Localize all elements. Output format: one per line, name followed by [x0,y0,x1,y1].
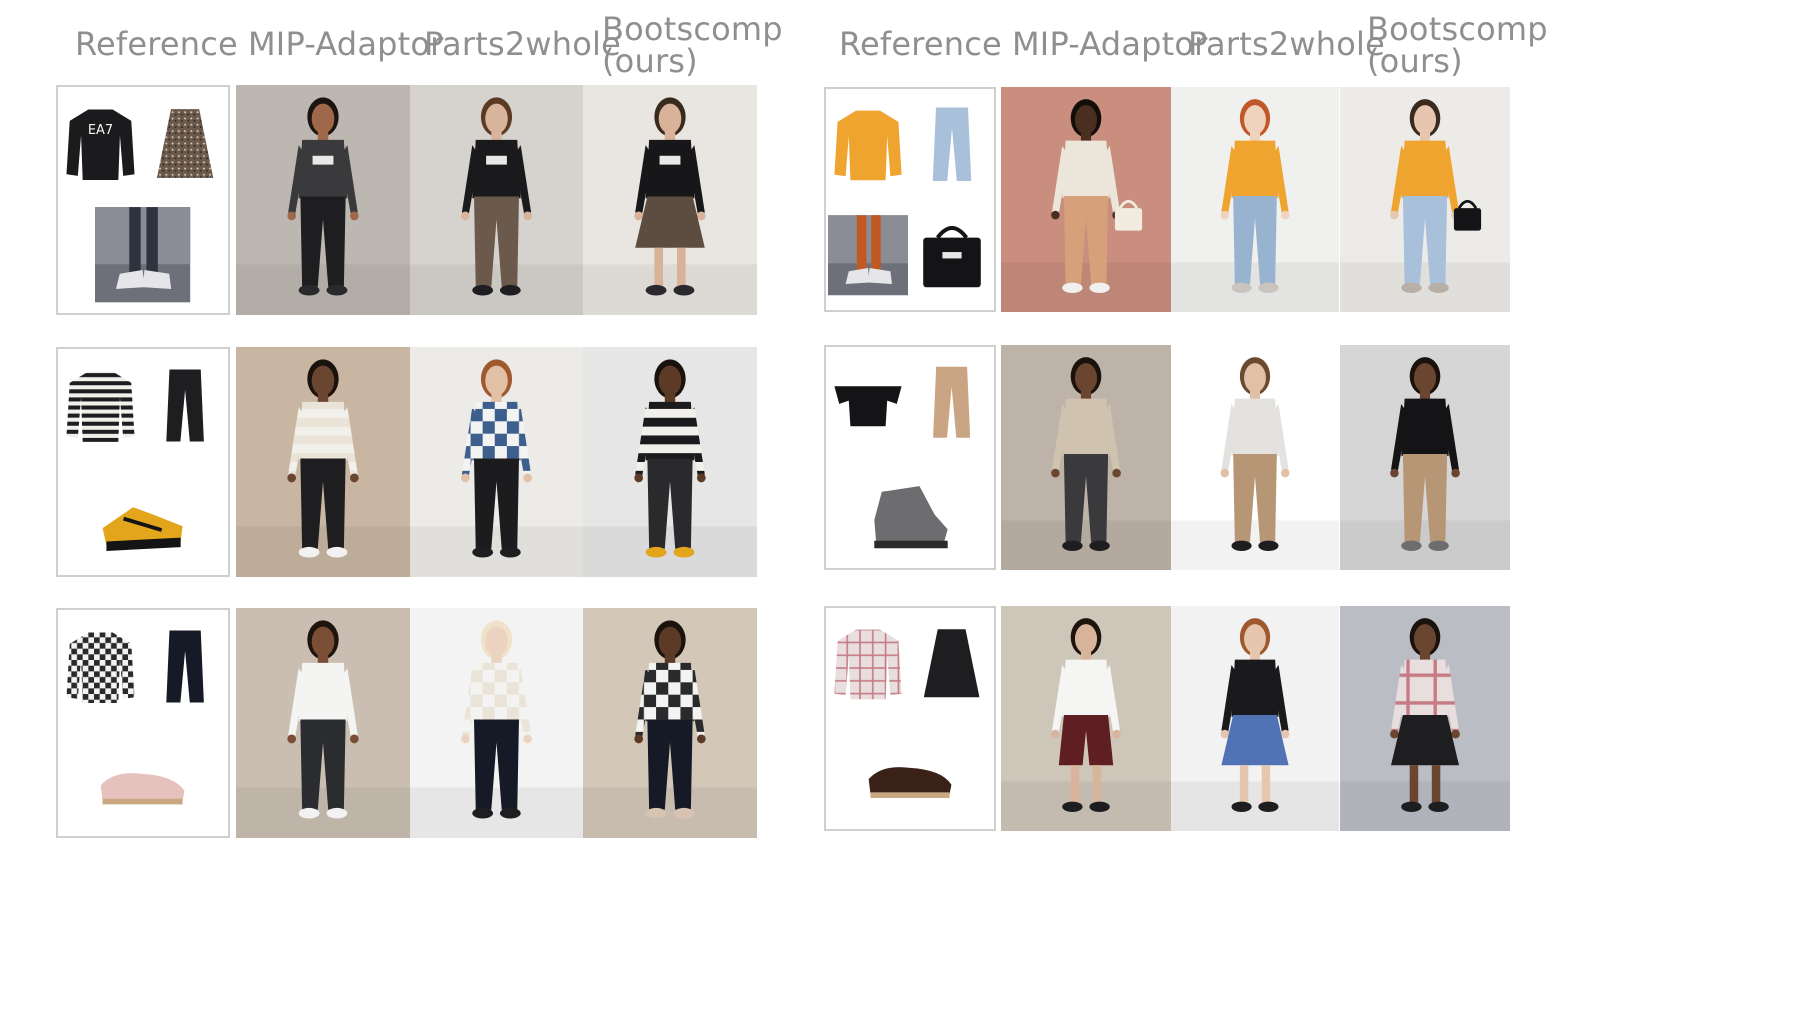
reference-top-image: EA7 [60,89,141,198]
reference-top-image [828,349,908,456]
header-label: Parts2whole [1188,25,1386,63]
header-label: Bootscomp [602,10,783,48]
reference-box [824,345,996,570]
mip-adaptor-result-image [1001,87,1171,312]
mip-adaptor-result-image [236,608,410,838]
reference-box: EA7 [56,85,230,315]
reference-loafer-image [95,728,190,827]
header-label: Reference [75,25,238,63]
column-header-parts2whole: Parts2whole [424,28,621,60]
reference-loafer-image [863,723,957,820]
parts2whole-result-image [1171,606,1339,831]
mip-adaptor-result-image [236,347,410,577]
comparison-figure: Reference MIP-Adaptor Parts2whole Bootscomp… [0,0,1818,1010]
reference-bag-image [912,202,992,309]
column-header-bootscomp: Bootscomp (ours) [602,13,783,77]
header-sublabel: (ours) [602,42,698,80]
reference-pants-image [146,351,224,460]
reference-shoe-photo-image [828,202,908,309]
column-header-reference: Reference [839,28,1002,60]
reference-top-image [828,91,908,198]
reference-box [56,347,230,577]
reference-skirt-image [146,89,224,198]
reference-shoe-photo-image [95,205,191,304]
parts2whole-result-image [410,347,583,577]
reference-sandal-image [863,462,957,559]
reference-pants-image [146,612,224,721]
column-header-parts2whole: Parts2whole [1188,28,1385,60]
bootscomp-result-image [583,85,757,315]
reference-box [824,87,996,312]
bootscomp-result-image [583,347,757,577]
header-sublabel: (ours) [1367,42,1463,80]
column-header-mip-adaptor: MIP-Adaptor [248,28,444,60]
reference-sneaker-image [95,467,190,566]
reference-top-image [828,610,908,717]
bootscomp-result-image [583,608,757,838]
bootscomp-result-image [1340,87,1510,312]
column-header-reference: Reference [75,28,238,60]
column-header-bootscomp: Bootscomp (ours) [1367,13,1548,77]
header-label: MIP-Adaptor [248,25,444,63]
reference-box [824,606,996,831]
mip-adaptor-result-image [1001,345,1171,570]
parts2whole-result-image [1171,87,1339,312]
parts2whole-result-image [1171,345,1339,570]
reference-top-image [60,351,141,460]
bootscomp-result-image [1340,606,1510,831]
reference-skirt-image [913,610,990,717]
reference-pants-image [912,91,992,198]
reference-box [56,608,230,838]
column-header-mip-adaptor: MIP-Adaptor [1012,28,1208,60]
bootscomp-result-image [1340,345,1510,570]
parts2whole-result-image [410,608,583,838]
mip-adaptor-result-image [1001,606,1171,831]
parts2whole-result-image [410,85,583,315]
mip-adaptor-result-image [236,85,410,315]
reference-top-image [60,612,141,721]
header-label: Bootscomp [1367,10,1548,48]
header-label: MIP-Adaptor [1012,25,1208,63]
reference-pants-image [913,349,990,456]
header-label: Parts2whole [424,25,622,63]
header-label: Reference [839,25,1002,63]
logo-text: EA7 [88,123,113,138]
